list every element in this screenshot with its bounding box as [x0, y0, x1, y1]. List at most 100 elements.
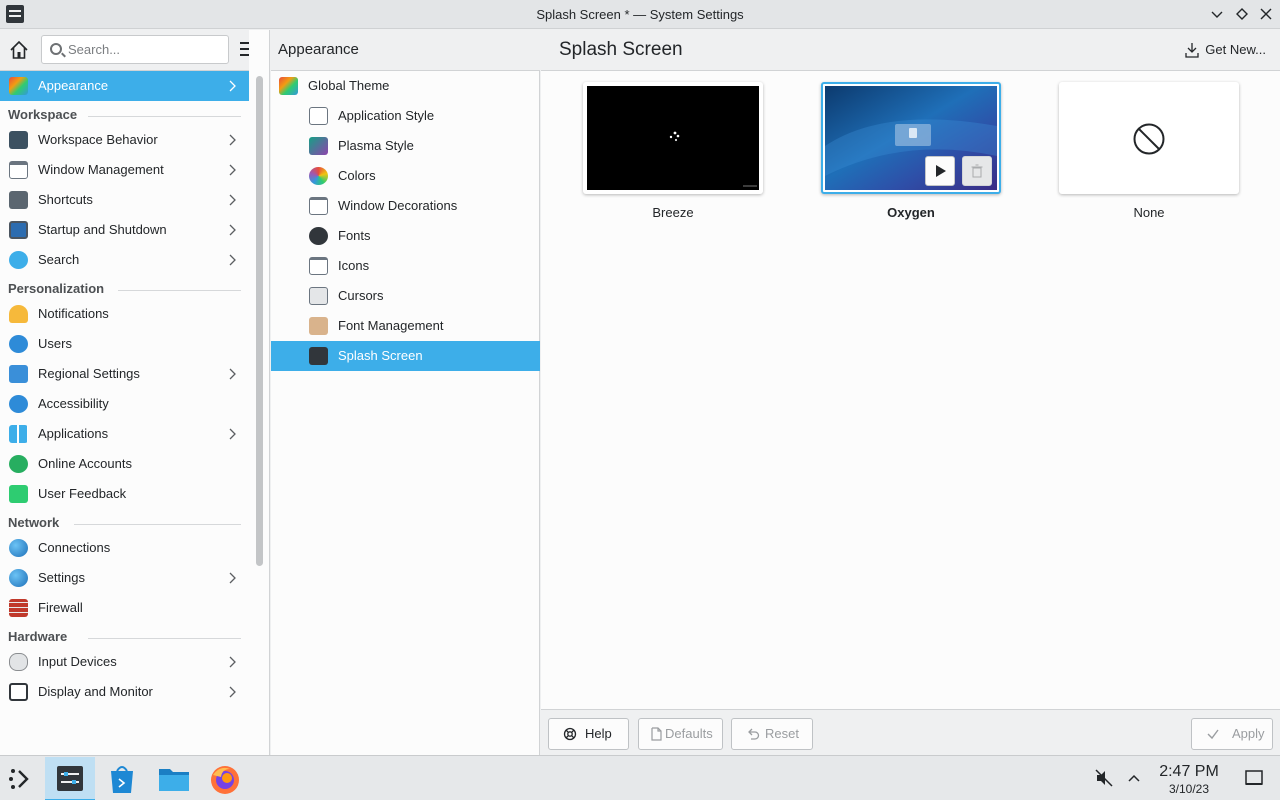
online-accounts-icon: [9, 455, 28, 473]
sidebar-item-label: Accessibility: [38, 396, 109, 411]
applications-icon: [9, 425, 28, 443]
sidebar-item-applications[interactable]: Applications: [0, 419, 249, 449]
appearance-item-icons[interactable]: Icons: [271, 251, 540, 281]
appearance-item-splash-screen[interactable]: Splash Screen: [271, 341, 540, 371]
help-label: Help: [585, 726, 612, 741]
chevron-right-icon: [227, 419, 237, 449]
apply-label: Apply: [1232, 726, 1265, 741]
appearance-item-label: Cursors: [338, 288, 384, 303]
sidebar-category-personalization: Personalization: [0, 275, 249, 299]
sidebar-item-firewall[interactable]: Firewall: [0, 593, 249, 623]
apply-button[interactable]: Apply: [1191, 718, 1273, 750]
chevron-right-icon: [227, 359, 237, 389]
delete-theme-button[interactable]: [962, 156, 992, 186]
reset-button[interactable]: Reset: [731, 718, 813, 750]
application-launcher[interactable]: [0, 757, 50, 800]
sidebar-item-settings[interactable]: Settings: [0, 563, 249, 593]
kde-launcher-icon: [9, 769, 29, 789]
appearance-item-label: Colors: [338, 168, 376, 183]
sidebar-item-user-feedback[interactable]: User Feedback: [0, 479, 249, 509]
sidebar-item-accessibility[interactable]: Accessibility: [0, 389, 249, 419]
sidebar-item-regional-settings[interactable]: Regional Settings: [0, 359, 249, 389]
sidebar-item-input-devices[interactable]: Input Devices: [0, 647, 249, 677]
sidebar-item-shortcuts[interactable]: Shortcuts: [0, 185, 249, 215]
keyboard-icon: [9, 191, 28, 209]
system-tray-expand-icon[interactable]: [1125, 768, 1143, 788]
chevron-right-icon: [227, 185, 237, 215]
appearance-item-label: Application Style: [338, 108, 435, 123]
sidebar-item-appearance[interactable]: Appearance: [0, 71, 249, 101]
taskbar-discover[interactable]: [97, 757, 147, 800]
show-desktop-icon[interactable]: [1244, 769, 1264, 787]
sidebar-scrollbar-thumb[interactable]: [256, 76, 263, 566]
sidebar-item-label: Workspace Behavior: [38, 132, 158, 147]
sidebar-item-display-and-monitor[interactable]: Display and Monitor: [0, 677, 249, 707]
appearance-item-label: Global Theme: [308, 78, 390, 93]
home-button[interactable]: [9, 40, 29, 60]
sidebar-item-label: Startup and Shutdown: [38, 222, 167, 237]
close-button[interactable]: [1257, 5, 1275, 23]
network-settings-icon: [9, 569, 28, 587]
globe-icon: [9, 539, 28, 557]
sidebar-item-connections[interactable]: Connections: [0, 533, 249, 563]
sidebar-item-label: Shortcuts: [38, 192, 93, 207]
appearance-item-application-style[interactable]: Application Style: [271, 101, 540, 131]
digital-clock[interactable]: 2:47 PM 3/10/23: [1152, 763, 1226, 796]
appearance-item-cursors[interactable]: Cursors: [271, 281, 540, 311]
sidebar-item-label: Regional Settings: [38, 366, 140, 381]
sidebar-item-search[interactable]: Search: [0, 245, 249, 275]
system-settings-icon: [57, 766, 83, 791]
appearance-item-plasma-style[interactable]: Plasma Style: [271, 131, 540, 161]
sidebar-item-label: Display and Monitor: [38, 684, 153, 699]
home-icon: [10, 40, 28, 59]
volume-muted-icon[interactable]: [1094, 768, 1114, 788]
sidebar-item-users[interactable]: Users: [0, 329, 249, 359]
play-icon: [936, 165, 946, 177]
appearance-item-label: Window Decorations: [338, 198, 458, 213]
appearance-item-font-management[interactable]: Font Management: [271, 311, 540, 341]
font-management-icon: [309, 317, 328, 335]
sidebar-category-hardware: Hardware: [0, 623, 249, 647]
search-icon: [9, 251, 28, 269]
bell-icon: [9, 305, 28, 323]
sidebar-item-label: Online Accounts: [38, 456, 132, 471]
appearance-item-colors[interactable]: Colors: [271, 161, 540, 191]
colors-icon: [309, 167, 328, 185]
theme-label-oxygen: Oxygen: [887, 205, 935, 220]
taskbar-firefox[interactable]: [200, 757, 250, 800]
sidebar-item-label: Applications: [38, 426, 109, 441]
appearance-panel-header: Appearance: [271, 30, 540, 71]
search-field[interactable]: [41, 35, 229, 64]
appearance-item-window-decorations[interactable]: Window Decorations: [271, 191, 540, 221]
chevron-right-icon: [227, 245, 237, 275]
sidebar-category-network: Network: [0, 509, 249, 533]
maximize-button[interactable]: [1233, 5, 1251, 23]
sidebar-item-notifications[interactable]: Notifications: [0, 299, 249, 329]
sidebar-item-label: Appearance: [38, 78, 109, 93]
sidebar-item-startup-and-shutdown[interactable]: Startup and Shutdown: [0, 215, 249, 245]
help-icon: [563, 727, 577, 741]
sidebar-header: [0, 30, 249, 71]
sidebar-item-window-management[interactable]: Window Management: [0, 155, 249, 185]
taskbar-dolphin[interactable]: [149, 757, 199, 800]
sidebar-item-online-accounts[interactable]: Online Accounts: [0, 449, 249, 479]
defaults-button[interactable]: Defaults: [638, 718, 723, 750]
appearance-item-global-theme[interactable]: Global Theme: [271, 71, 540, 101]
sidebar-item-workspace-behavior[interactable]: Workspace Behavior: [0, 125, 249, 155]
theme-tile-breeze[interactable]: [583, 82, 763, 194]
page-header: Splash Screen Get New...: [541, 30, 1280, 71]
firewall-icon: [9, 599, 28, 617]
splash-screen-icon: [309, 347, 328, 365]
help-button[interactable]: Help: [548, 718, 629, 750]
global-theme-icon: [279, 77, 298, 95]
theme-tile-oxygen[interactable]: [821, 82, 1001, 194]
appearance-item-label: Icons: [338, 258, 370, 273]
get-new-button[interactable]: Get New...: [1181, 38, 1268, 64]
window-titlebar[interactable]: Splash Screen * — System Settings: [0, 0, 1280, 29]
appearance-item-fonts[interactable]: Fonts: [271, 221, 540, 251]
preview-button[interactable]: [925, 156, 955, 186]
taskbar-system-settings[interactable]: [45, 757, 95, 800]
theme-tile-none[interactable]: [1059, 82, 1239, 194]
minimize-button[interactable]: [1208, 5, 1226, 23]
search-input[interactable]: [68, 40, 218, 59]
